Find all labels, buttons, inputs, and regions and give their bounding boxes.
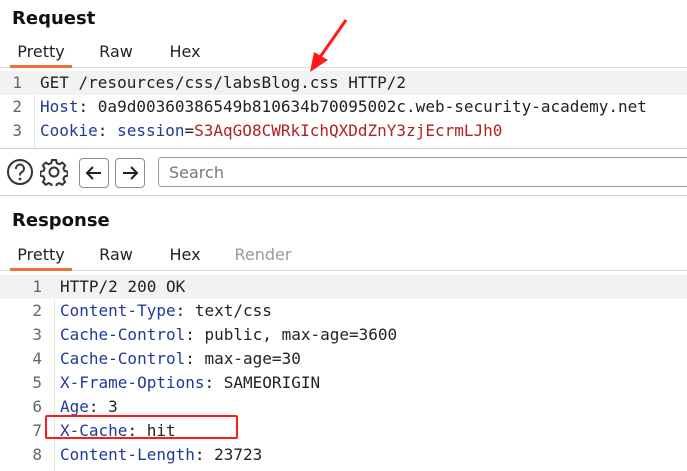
request-line: 3 Cookie: session=S3AqGO8CWRkIchQXDdZnY3… [0, 119, 687, 143]
response-tab-hex[interactable]: Hex [162, 240, 208, 269]
response-tab-pretty[interactable]: Pretty [10, 240, 72, 271]
gear-icon [40, 159, 68, 186]
request-heading: Request [12, 8, 96, 29]
request-line: 1 GET /resources/css/labsBlog.css HTTP/2 [0, 71, 687, 95]
header-value: : public, max-age=3600 [185, 325, 398, 344]
arrow-left-icon [85, 166, 101, 180]
response-tab-render[interactable]: Render [228, 240, 298, 269]
line-number: 6 [32, 397, 42, 416]
header-name: Host [40, 97, 79, 116]
header-value: : max-age=30 [185, 349, 301, 368]
annotation-highlight-box [45, 415, 238, 439]
line-number: 3 [32, 325, 42, 344]
line-number: 2 [32, 301, 42, 320]
response-line: 3 Cache-Control: public, max-age=3600 [0, 323, 687, 347]
request-editor[interactable]: 1 GET /resources/css/labsBlog.css HTTP/2… [0, 71, 687, 148]
line-number: 2 [12, 97, 22, 116]
response-line: 2 Content-Type: text/css [0, 299, 687, 323]
header-name: X-Frame-Options [60, 373, 205, 392]
header-value: : 23723 [194, 445, 263, 464]
forward-button[interactable] [115, 158, 145, 188]
header-value: : SAMEORIGIN [204, 373, 321, 392]
arrow-right-icon [123, 166, 139, 180]
request-tab-raw[interactable]: Raw [92, 37, 140, 66]
response-status-line: HTTP/2 200 OK [60, 277, 186, 296]
cookie-value: S3AqGO8CWRkIchQXDdZnY3zjEcrmLJh0 [194, 121, 503, 140]
header-name: Cookie [40, 121, 98, 140]
header-value: : text/css [175, 301, 272, 320]
response-line: 1 HTTP/2 200 OK [0, 275, 687, 299]
line-number: 1 [12, 73, 22, 92]
header-name: Cache-Control [60, 349, 186, 368]
request-tab-hex[interactable]: Hex [162, 37, 208, 66]
cookie-name: session [117, 121, 185, 140]
response-line: 5 X-Frame-Options: SAMEORIGIN [0, 371, 687, 395]
back-button[interactable] [79, 158, 109, 188]
header-name: Content-Type [60, 301, 176, 320]
line-number: 8 [32, 445, 42, 464]
header-name: Content-Length [60, 445, 195, 464]
request-line-text: GET /resources/css/labsBlog.css HTTP/2 [40, 73, 407, 92]
request-tab-pretty[interactable]: Pretty [10, 37, 72, 68]
settings-button[interactable] [40, 158, 68, 186]
response-heading: Response [12, 210, 110, 231]
request-line: 2 Host: 0a9d00360386549b810634b70095002c… [0, 95, 687, 119]
response-line: 8 Content-Length: 23723 [0, 443, 687, 467]
line-number: 7 [32, 421, 42, 440]
line-number: 5 [32, 373, 42, 392]
line-number: 1 [32, 277, 42, 296]
line-number: 3 [12, 121, 22, 140]
header-value: : 3 [88, 397, 118, 416]
editor-toolbar: Search [0, 148, 687, 196]
response-tabs: Pretty Raw Hex Render [0, 240, 687, 271]
help-button[interactable] [6, 158, 34, 186]
header-name: Cache-Control [60, 325, 186, 344]
cookie-equals: = [184, 121, 195, 140]
response-tab-raw[interactable]: Raw [92, 240, 140, 269]
header-separator: : [97, 121, 118, 140]
line-number: 4 [32, 349, 42, 368]
question-circle-icon [7, 159, 33, 185]
response-editor[interactable]: 1 HTTP/2 200 OK 2 Content-Type: text/css… [0, 275, 687, 471]
response-line: 4 Cache-Control: max-age=30 [0, 347, 687, 371]
search-input[interactable]: Search [158, 157, 687, 187]
header-value: : 0a9d00360386549b810634b70095002c.web-s… [78, 97, 647, 116]
annotation-arrow [310, 19, 348, 72]
header-name: Age [60, 397, 89, 416]
